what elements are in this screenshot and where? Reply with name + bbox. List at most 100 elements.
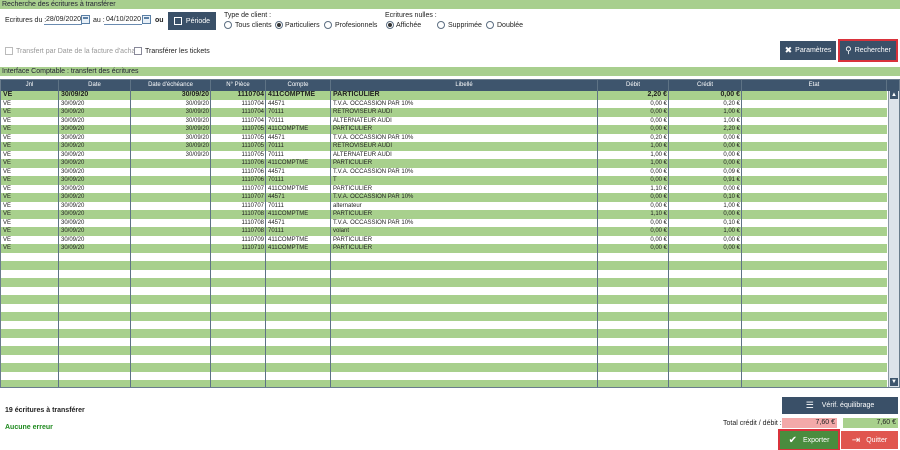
- table-row[interactable]: [1, 261, 887, 270]
- calendar-icon[interactable]: [81, 15, 90, 24]
- client-type-label: Type de client :: [224, 12, 272, 19]
- column-header[interactable]: Jnl: [1, 80, 59, 91]
- table-row[interactable]: [1, 312, 887, 321]
- params-button[interactable]: ✖ Paramètres: [780, 41, 836, 60]
- table-row[interactable]: VE 30/09/20 1110707 70111 alternateur 0,00 € 1…: [1, 201, 887, 211]
- table-row[interactable]: VE 30/09/20 30/09/20 1110705 411COMPTME PARTI…: [1, 125, 887, 134]
- table-row[interactable]: [1, 320, 887, 329]
- table-row[interactable]: [1, 363, 887, 372]
- table-row[interactable]: VE 30/09/20 1110706 70111 T 0,00 € 0,91 €: [1, 176, 887, 185]
- table-cell: [742, 210, 887, 219]
- scroll-down-icon[interactable]: ▼: [890, 378, 898, 386]
- table-cell: 30/09/20: [185, 143, 209, 149]
- table-cell: 0,00 €: [650, 236, 667, 243]
- window-title: Recherche des écritures à transférer: [2, 1, 116, 8]
- table-row[interactable]: [1, 295, 887, 304]
- vertical-scrollbar[interactable]: ▲ ▼: [888, 91, 899, 387]
- quit-button[interactable]: ⇥ Quitter: [841, 431, 898, 449]
- period-button[interactable]: Période: [168, 12, 216, 30]
- entries-table[interactable]: Jnl Date Date d'échéance N° Pièce Compte Libe…: [0, 79, 900, 388]
- scroll-up-icon[interactable]: ▲: [890, 91, 898, 99]
- table-cell: 30/09/20: [61, 202, 85, 209]
- table-row[interactable]: VE 30/09/20 1110708 44571 T.V.A. OCCASSION P…: [1, 218, 887, 228]
- table-row[interactable]: VE 30/09/20 30/09/20 1110705 70111 RETROVISEU…: [1, 142, 887, 151]
- table-row[interactable]: VE 30/09/20 1110706 44571 T.V.A. OCCASSION P…: [1, 167, 887, 176]
- table-row[interactable]: VE 30/09/20 1110706 411COMPTME PARTICULIER 1,…: [1, 159, 887, 168]
- table-cell: volant: [333, 228, 350, 234]
- table-row[interactable]: VE 30/09/20 30/09/20 1110704 70111 RETROVISEU…: [1, 108, 887, 117]
- table-row[interactable]: [1, 269, 887, 278]
- table-row[interactable]: [1, 371, 887, 380]
- search-icon: ⚲: [845, 45, 852, 55]
- table-cell: [742, 244, 887, 253]
- table-row[interactable]: VE 30/09/20 30/09/20 1110704 411COMPTME PARTI…: [1, 91, 887, 100]
- column-header[interactable]: Date: [59, 80, 131, 91]
- table-row[interactable]: VE 30/09/20 30/09/20 1110704 70111 ALTERNATEU…: [1, 116, 887, 125]
- table-cell: 30/09/20: [185, 117, 209, 124]
- table-cell: PARTICULIER: [333, 160, 373, 166]
- table-cell: [131, 219, 211, 228]
- column-header[interactable]: Crédit: [669, 80, 742, 91]
- table-cell: 0,00 €: [723, 134, 740, 141]
- column-header[interactable]: Libellé: [331, 80, 598, 91]
- table-cell: 1,10 €: [650, 185, 667, 192]
- table-row[interactable]: VE 30/09/20 30/09/20 1110704 44571 T.V.A. OCC…: [1, 99, 887, 108]
- table-cell: PARTICULIER: [333, 211, 373, 217]
- radio-affichee[interactable]: [386, 21, 394, 29]
- radio-professionnels[interactable]: [324, 21, 332, 29]
- table-cell: 1110704: [241, 117, 264, 124]
- table-row[interactable]: VE 30/09/20 30/09/20 1110705 70111 ALTERNATEU…: [1, 150, 887, 159]
- transfer-tickets-checkbox[interactable]: [134, 47, 142, 55]
- date-to-field[interactable]: 04/10/2020: [104, 14, 142, 25]
- table-row[interactable]: VE 30/09/20 1110708 70111 volant 0,00 € 1,00 €: [1, 227, 887, 236]
- radio-label: Doublée: [497, 22, 524, 29]
- table-row[interactable]: VE 30/09/20 1110708 411COMPTME PARTICULIER 1,…: [1, 210, 887, 219]
- table-row[interactable]: [1, 278, 887, 287]
- table-row[interactable]: [1, 380, 887, 387]
- table-row[interactable]: [1, 354, 887, 363]
- column-header[interactable]: Date d'échéance: [131, 80, 211, 91]
- search-button[interactable]: ⚲ Rechercher: [838, 39, 898, 62]
- entries-count: 19 écritures à transférer: [5, 407, 85, 414]
- radio-doublee[interactable]: [486, 21, 494, 29]
- table-cell: [742, 227, 887, 236]
- table-cell: [742, 108, 887, 117]
- table-cell: 1,10 €: [650, 211, 667, 217]
- table-cell: 1,00 €: [650, 160, 667, 166]
- radio-supprimee[interactable]: [437, 21, 445, 29]
- table-cell: VE: [3, 109, 12, 115]
- table-cell: VE: [3, 202, 12, 209]
- table-row[interactable]: VE 30/09/20 1110707 44571 T.V.A. OCCASSION P…: [1, 193, 887, 202]
- verify-balance-button[interactable]: ☰ Vérif. équilibrage: [782, 397, 898, 414]
- table-cell: 0,00 €: [650, 219, 667, 226]
- table-row[interactable]: VE 30/09/20 1110707 411COMPTME PARTICULIER 1,…: [1, 184, 887, 193]
- table-row[interactable]: [1, 329, 887, 338]
- radio-all-clients[interactable]: [224, 21, 232, 29]
- radio-particuliers[interactable]: [275, 21, 283, 29]
- total-debit: 7,60 €: [843, 418, 898, 428]
- table-cell: VE: [3, 100, 12, 107]
- column-header[interactable]: Etat: [742, 80, 887, 91]
- table-row[interactable]: [1, 303, 887, 312]
- column-header[interactable]: Débit: [598, 80, 669, 91]
- table-cell: 30/09/20: [185, 134, 209, 141]
- date-to-label: au :: [93, 17, 105, 24]
- table-row[interactable]: VE 30/09/20 1110709 411COMPTME PARTICULIER 0,…: [1, 235, 887, 244]
- column-header[interactable]: N° Pièce: [211, 80, 266, 91]
- table-row[interactable]: [1, 286, 887, 295]
- section-title-bar: Interface Comptable : transfert des écri…: [0, 67, 900, 76]
- export-button[interactable]: ✔ Exporter: [778, 429, 840, 450]
- table-cell: [131, 202, 211, 211]
- calendar-icon[interactable]: [142, 15, 151, 24]
- table-row[interactable]: VE 30/09/20 30/09/20 1110705 44571 T.V.A. OCC…: [1, 133, 887, 142]
- column-header[interactable]: Compte: [266, 80, 331, 91]
- date-from-field[interactable]: 28/09/2020: [44, 14, 82, 25]
- total-label: Total crédit / débit :: [723, 420, 782, 427]
- table-row[interactable]: [1, 252, 887, 261]
- table-cell: VE: [3, 219, 12, 226]
- table-row[interactable]: [1, 337, 887, 346]
- transfer-by-date-checkbox[interactable]: [5, 47, 13, 55]
- table-row[interactable]: [1, 346, 887, 355]
- table-row[interactable]: VE 30/09/20 1110710 411COMPTME PARTICULIER 0,…: [1, 244, 887, 253]
- calendar-grid-icon: [173, 17, 182, 25]
